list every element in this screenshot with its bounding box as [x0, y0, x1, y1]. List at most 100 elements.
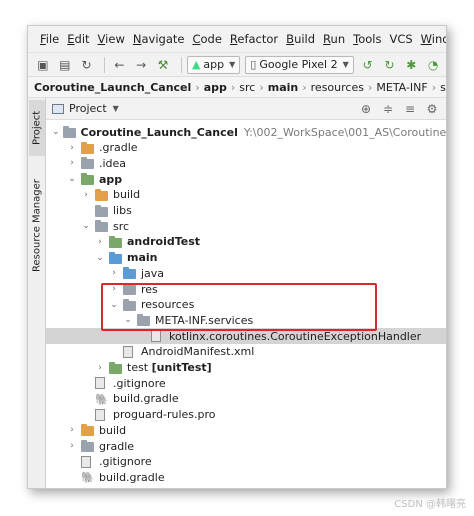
tree-row[interactable]: ⌄ main — [46, 250, 446, 266]
menu-item-file[interactable]: File — [40, 32, 59, 46]
sync-icon[interactable]: ↻ — [78, 56, 96, 74]
chevron-down-icon[interactable]: ⌄ — [80, 221, 92, 231]
breadcrumb-item[interactable]: resources — [311, 81, 364, 94]
tree-row[interactable]: kotlinx.coroutines.CoroutineExceptionHan… — [46, 328, 446, 345]
chevron-right-icon[interactable]: › — [94, 237, 106, 247]
breadcrumb-item[interactable]: main — [268, 81, 299, 94]
breadcrumb-item[interactable]: src — [239, 81, 255, 94]
tree-row[interactable]: ⌄ resources — [46, 297, 446, 313]
chevron-right-icon[interactable]: › — [66, 143, 78, 153]
breadcrumb-item[interactable]: META-INF — [376, 81, 427, 94]
menu-item-window[interactable]: Window — [421, 32, 446, 46]
chevron-right-icon: › — [367, 80, 373, 94]
breadcrumb: Coroutine_Launch_Cancel › app › src › main › res… — [28, 76, 446, 98]
apply-changes-icon[interactable]: ↺ — [359, 56, 377, 74]
menu-item-navigate[interactable]: Navigate — [133, 32, 185, 46]
file-icon — [95, 408, 109, 421]
chevron-right-icon: › — [259, 80, 264, 94]
expand-all-icon[interactable]: ≑ — [380, 101, 396, 117]
project-path: Y:\002_WorkSpace\001_AS\Coroutine_Launch… — [243, 125, 447, 139]
tree-row[interactable]: ⌄ META-INF.services — [46, 312, 446, 328]
tree-row[interactable]: › androidTest — [46, 234, 446, 250]
run-config-label: app — [203, 58, 225, 71]
menu-item-tools[interactable]: Tools — [353, 32, 381, 46]
file-icon — [95, 377, 109, 390]
tree-item-label: java — [141, 266, 165, 280]
gear-icon[interactable]: ⚙ — [424, 101, 440, 117]
tree-row[interactable]: › build — [46, 422, 446, 438]
menu-item-vcs[interactable]: VCS — [389, 32, 412, 46]
breadcrumb-item[interactable]: Coroutine_Launch_Cancel — [34, 81, 191, 94]
chevron-down-icon[interactable]: ⌄ — [122, 315, 134, 325]
open-folder-icon[interactable]: ▣ — [34, 56, 52, 74]
tree-row[interactable]: › res — [46, 281, 446, 297]
run-config-select[interactable]: ▲ app ▼ — [186, 55, 241, 74]
tree-row[interactable]: ⌄ app — [46, 171, 446, 187]
watermark: CSDN @韩曙亮 — [394, 499, 466, 510]
tab-resource-manager[interactable]: Resource Manager — [29, 178, 45, 274]
tree-item-label: test [unitTest] — [127, 361, 212, 374]
tree-row[interactable]: .gitignore — [46, 454, 446, 470]
tree-row[interactable]: 🐘 build.gradle — [46, 391, 446, 407]
tab-project[interactable]: Project — [29, 100, 45, 156]
collapse-all-icon[interactable]: ≡ — [402, 101, 418, 117]
chevron-right-icon: › — [302, 80, 307, 94]
build-hammer-icon[interactable]: ⚒ — [154, 56, 172, 74]
folder-icon — [109, 361, 123, 374]
tree-row[interactable]: ⌄ src — [46, 218, 446, 234]
back-arrow-icon[interactable]: ← — [110, 56, 128, 74]
forward-arrow-icon[interactable]: → — [132, 56, 150, 74]
chevron-right-icon[interactable]: › — [108, 268, 120, 278]
chevron-right-icon[interactable]: › — [94, 363, 106, 373]
tree-row[interactable]: libs — [46, 203, 446, 219]
tree-row[interactable]: › .idea — [46, 155, 446, 171]
folder-icon — [95, 220, 109, 233]
breadcrumb-item[interactable]: app — [204, 81, 227, 94]
menu-item-code[interactable]: Code — [192, 32, 221, 46]
debug-icon[interactable]: ✱ — [402, 56, 420, 74]
folder-icon — [137, 314, 151, 327]
device-label: Google Pixel 2 — [259, 58, 338, 71]
chevron-down-icon[interactable]: ⌄ — [52, 127, 60, 137]
menu-item-view[interactable]: View — [98, 32, 125, 46]
chevron-right-icon[interactable]: › — [80, 190, 92, 200]
tree-item-label: kotlinx.coroutines.CoroutineExceptionHan… — [169, 329, 422, 343]
tree-item-label: .gitignore — [99, 455, 152, 469]
folder-icon — [109, 251, 123, 264]
apply-code-changes-icon[interactable]: ↻ — [381, 56, 399, 74]
tree-row[interactable]: 🐘 gradle.properties — [46, 485, 446, 488]
chevron-right-icon[interactable]: › — [108, 284, 120, 294]
menu-item-build[interactable]: Build — [286, 32, 315, 46]
menu-item-refactor[interactable]: Refactor — [230, 32, 278, 46]
tree-row[interactable]: › test [unitTest] — [46, 360, 446, 376]
chevron-right-icon[interactable]: › — [66, 158, 78, 168]
tree-row[interactable]: › java — [46, 265, 446, 281]
chevron-down-icon[interactable]: ⌄ — [108, 300, 120, 310]
chevron-right-icon[interactable]: › — [66, 425, 78, 435]
tree-item-label: proguard-rules.pro — [113, 408, 216, 422]
save-all-icon[interactable]: ▤ — [56, 56, 74, 74]
breadcrumb-item[interactable]: services — [440, 81, 446, 94]
tree-item-label: build.gradle — [113, 392, 179, 406]
chevron-down-icon[interactable]: ⌄ — [66, 174, 78, 184]
tree-row[interactable]: AndroidManifest.xml — [46, 344, 446, 360]
chevron-right-icon[interactable]: › — [66, 441, 78, 451]
device-select[interactable]: ▯ Google Pixel 2 ▼ — [245, 55, 354, 74]
tree-row[interactable]: › .gradle — [46, 140, 446, 156]
tab-project-label: Project — [31, 110, 43, 146]
profile-icon[interactable]: ◔ — [424, 56, 442, 74]
chevron-down-icon[interactable]: ▼ — [113, 104, 119, 113]
menu-item-edit[interactable]: Edit — [67, 32, 89, 46]
project-view-icon — [52, 103, 64, 114]
chevron-down-icon[interactable]: ⌄ — [94, 253, 106, 263]
tree-row[interactable]: ⌄ Coroutine_Launch_Cancel Y:\002_WorkSpace… — [46, 124, 446, 140]
menu-item-run[interactable]: Run — [323, 32, 345, 46]
tree-row[interactable]: › gradle — [46, 438, 446, 454]
tree-row[interactable]: 🐘 build.gradle — [46, 469, 446, 485]
tree-item-label: res — [141, 282, 158, 296]
tree-row[interactable]: proguard-rules.pro — [46, 407, 446, 423]
view-mode-select[interactable]: Project — [69, 102, 107, 115]
tree-row[interactable]: .gitignore — [46, 375, 446, 391]
tree-row[interactable]: › build — [46, 187, 446, 203]
locate-file-icon[interactable]: ⊕ — [358, 101, 374, 117]
